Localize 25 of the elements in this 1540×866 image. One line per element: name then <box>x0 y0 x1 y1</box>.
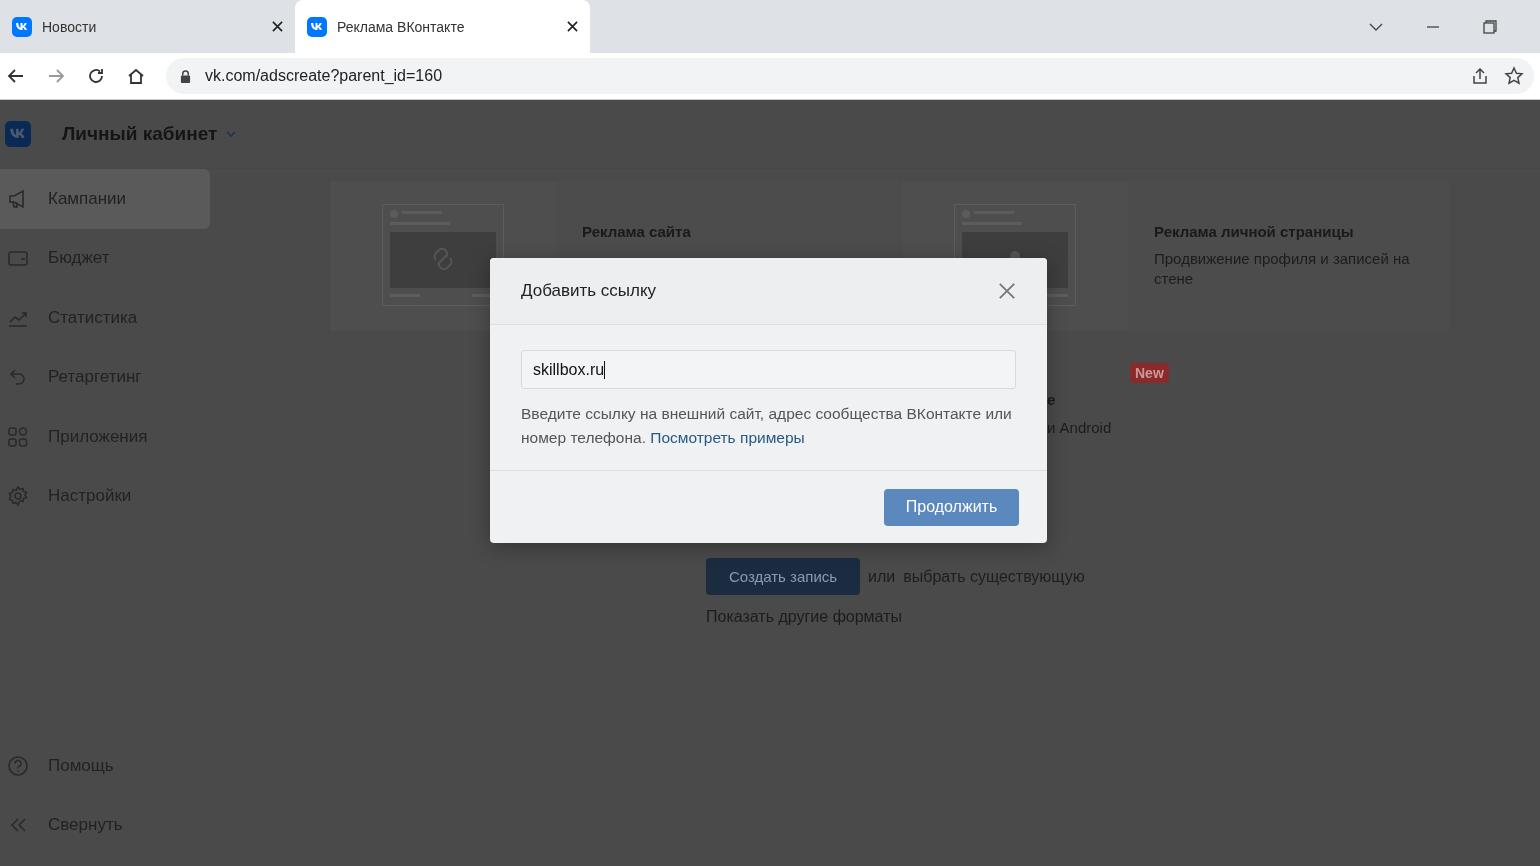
continue-button[interactable]: Продолжить <box>884 488 1019 526</box>
sidebar-item[interactable]: Кампании <box>0 169 210 229</box>
create-post-button[interactable]: Создать запись <box>706 558 860 595</box>
restore-icon[interactable] <box>1483 19 1497 34</box>
apps-icon <box>7 425 29 448</box>
vk-logo-icon <box>12 16 32 37</box>
examples-link[interactable]: Посмотреть примеры <box>650 429 805 446</box>
dialog-title: Добавить ссылку <box>521 281 657 301</box>
link-input-field[interactable]: skillbox.ru <box>521 350 1016 389</box>
browser-tab[interactable]: Новости <box>0 0 295 53</box>
link-post-preview-icon <box>382 204 504 306</box>
star-icon[interactable] <box>1504 66 1524 86</box>
share-icon[interactable] <box>1470 66 1490 86</box>
lock-icon <box>180 69 191 83</box>
browser-tab[interactable]: Реклама ВКонтакте <box>295 0 590 53</box>
vk-logo-icon <box>307 16 327 37</box>
address-field[interactable]: vk.com/adscreate?parent_id=160 <box>166 58 1534 94</box>
settings-icon <box>7 485 29 508</box>
close-icon[interactable] <box>272 21 283 32</box>
help-icon <box>7 754 29 777</box>
home-icon[interactable] <box>126 66 146 86</box>
close-icon[interactable] <box>567 21 578 32</box>
reload-icon[interactable] <box>86 66 106 86</box>
hint-text: Введите ссылку на внешний сайт, адрес сообщества ВКонтакте или номер телефона. Посмотреть примеры <box>521 404 1013 448</box>
new-badge: New <box>1130 363 1169 383</box>
